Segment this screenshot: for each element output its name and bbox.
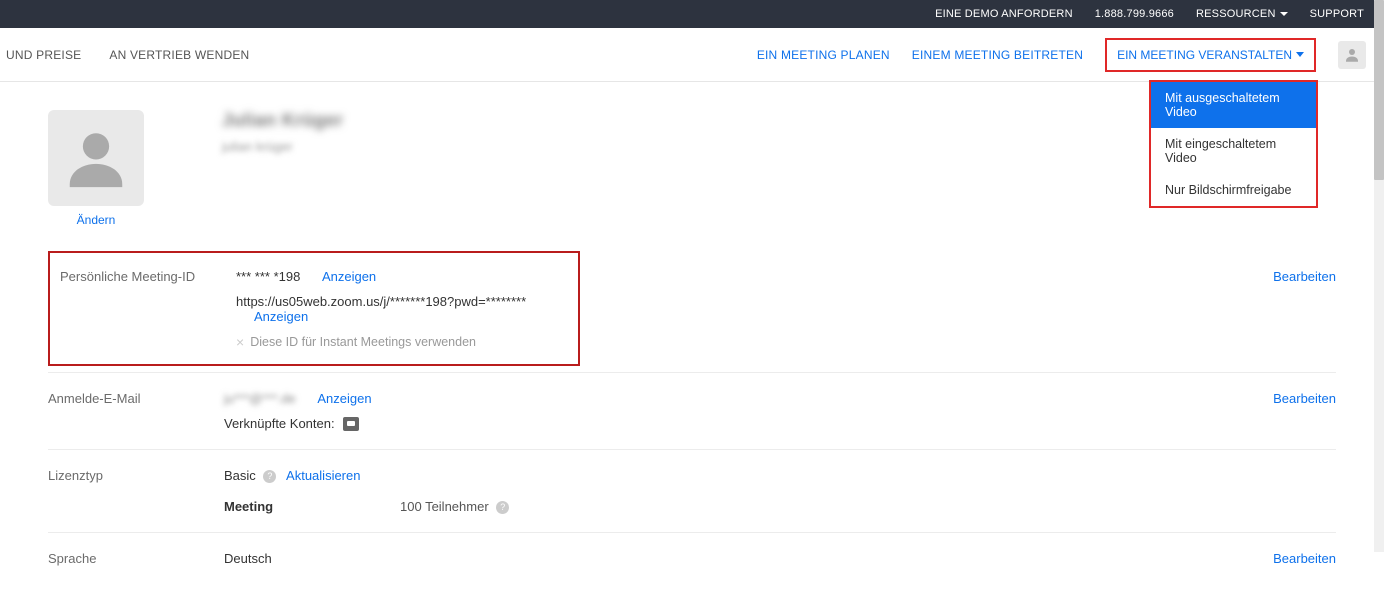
edit-language-link[interactable]: Bearbeiten <box>1273 551 1336 566</box>
email-blurred: ju***@***.de <box>224 391 296 406</box>
resources-label: RESSOURCEN <box>1196 8 1276 20</box>
top-utility-bar: EINE DEMO ANFORDERN 1.888.799.9666 RESSO… <box>0 0 1384 28</box>
change-avatar-link[interactable]: Ändern <box>77 213 116 227</box>
scrollbar-thumb[interactable] <box>1374 0 1384 180</box>
x-icon: × <box>236 334 244 350</box>
profile-header: Ändern Julian Krüger julian krüger <box>48 110 1336 227</box>
host-meeting-button[interactable]: EIN MEETING VERANSTALTEN <box>1105 38 1316 72</box>
meeting-id-label: Persönliche Meeting-ID <box>60 269 236 350</box>
avatar-container: Ändern <box>48 110 144 227</box>
license-label: Lizenztyp <box>48 468 224 514</box>
join-meeting-link[interactable]: EINEM MEETING BEITRETEN <box>912 48 1083 62</box>
help-icon[interactable]: ? <box>263 470 276 483</box>
email-label: Anmelde-E-Mail <box>48 391 224 431</box>
language-value: Deutsch <box>224 551 272 566</box>
upgrade-link[interactable]: Aktualisieren <box>286 468 360 483</box>
dropdown-video-off[interactable]: Mit ausgeschaltetem Video <box>1151 82 1316 128</box>
help-icon[interactable]: ? <box>496 501 509 514</box>
support-link[interactable]: SUPPORT <box>1310 8 1364 20</box>
scrollbar[interactable] <box>1374 0 1384 552</box>
license-type-row: Lizenztyp Basic ? Aktualisieren Meeting … <box>48 450 1336 533</box>
participants-count: 100 Teilnehmer <box>400 499 489 514</box>
person-icon <box>1343 46 1361 64</box>
instant-meeting-note: × Diese ID für Instant Meetings verwende… <box>236 334 562 350</box>
profile-name: Julian Krüger <box>222 110 343 131</box>
main-navbar: UND PREISE AN VERTRIEB WENDEN EIN MEETIN… <box>0 28 1384 82</box>
show-meeting-url-link[interactable]: Anzeigen <box>254 309 308 324</box>
resources-menu[interactable]: RESSOURCEN <box>1196 8 1288 20</box>
nav-pricing[interactable]: UND PREISE <box>6 48 81 62</box>
show-meeting-id-link[interactable]: Anzeigen <box>322 269 376 284</box>
profile-subname: julian krüger <box>222 139 343 154</box>
language-label: Sprache <box>48 551 224 566</box>
dropdown-video-on[interactable]: Mit eingeschaltetem Video <box>1151 128 1316 174</box>
meeting-limit-label: Meeting <box>224 499 400 514</box>
signin-email-row: Anmelde-E-Mail ju***@***.de Anzeigen Ver… <box>48 373 1336 450</box>
instant-meeting-text: Diese ID für Instant Meetings verwenden <box>250 335 476 349</box>
user-avatar-menu[interactable] <box>1338 41 1366 69</box>
dropdown-screen-share[interactable]: Nur Bildschirmfreigabe <box>1151 174 1316 206</box>
schedule-meeting-link[interactable]: EIN MEETING PLANEN <box>757 48 890 62</box>
chevron-down-icon <box>1296 52 1304 57</box>
person-icon <box>61 123 131 193</box>
linked-accounts-label: Verknüpfte Konten: <box>224 416 335 431</box>
request-demo-link[interactable]: EINE DEMO ANFORDERN <box>935 8 1073 20</box>
name-block: Julian Krüger julian krüger <box>222 110 343 154</box>
show-email-link[interactable]: Anzeigen <box>317 391 371 406</box>
mail-icon <box>343 417 359 431</box>
avatar-placeholder <box>48 110 144 206</box>
edit-meeting-id-link[interactable]: Bearbeiten <box>1273 269 1336 284</box>
meeting-url-masked: https://us05web.zoom.us/j/*******198?pwd… <box>236 294 526 309</box>
language-row: Sprache Deutsch Bearbeiten <box>48 533 1336 584</box>
license-basic: Basic <box>224 468 256 483</box>
personal-meeting-id-row: Persönliche Meeting-ID *** *** *198 Anze… <box>48 251 1336 366</box>
meeting-id-masked: *** *** *198 <box>236 269 300 284</box>
nav-right: EIN MEETING PLANEN EINEM MEETING BEITRET… <box>757 38 1366 72</box>
host-meeting-label: EIN MEETING VERANSTALTEN <box>1117 48 1292 62</box>
linked-accounts: Verknüpfte Konten: <box>224 416 1336 431</box>
phone-number-link[interactable]: 1.888.799.9666 <box>1095 8 1174 20</box>
edit-email-link[interactable]: Bearbeiten <box>1273 391 1336 406</box>
nav-left: UND PREISE AN VERTRIEB WENDEN <box>0 48 249 62</box>
chevron-down-icon <box>1280 12 1288 16</box>
meeting-limits: Meeting 100 Teilnehmer ? <box>224 499 1336 514</box>
host-meeting-dropdown: Mit ausgeschaltetem Video Mit eingeschal… <box>1149 80 1318 208</box>
nav-contact-sales[interactable]: AN VERTRIEB WENDEN <box>109 48 249 62</box>
